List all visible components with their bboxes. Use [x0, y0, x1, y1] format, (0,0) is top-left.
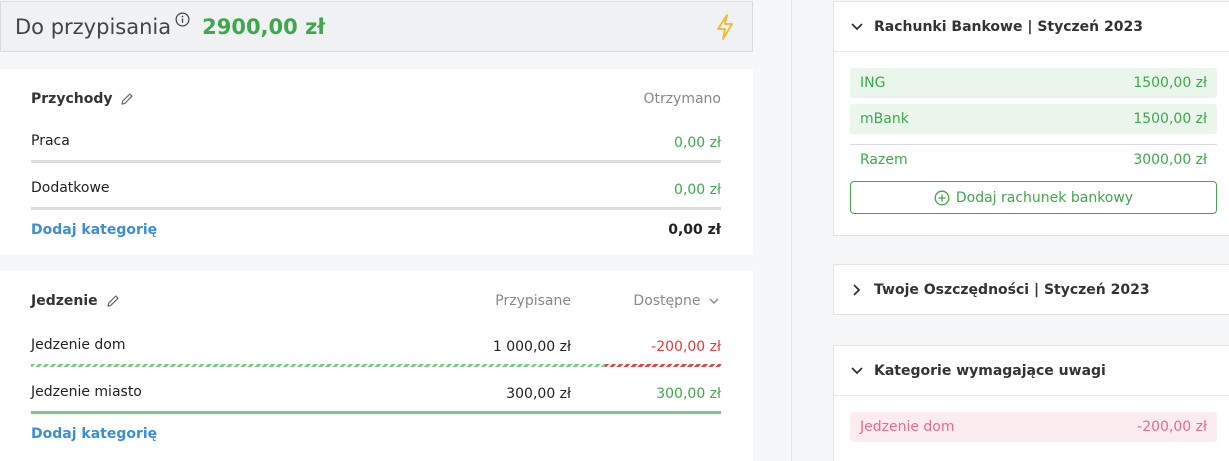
category-row[interactable]: Praca 0,00 zł — [31, 129, 721, 163]
category-received: 0,00 zł — [674, 182, 721, 198]
to-assign-bar: Do przypisania 2900,00 zł — [0, 1, 753, 52]
to-assign-label: Do przypisania — [15, 14, 172, 39]
lightning-icon[interactable] — [716, 14, 734, 44]
bank-accounts-header[interactable]: Rachunki Bankowe | Styczeń 2023 — [834, 2, 1229, 52]
attention-header[interactable]: Kategorie wymagające uwagi — [834, 346, 1229, 396]
chevron-down-icon — [709, 298, 719, 304]
progress-bar — [31, 364, 721, 367]
bank-accounts-title: Rachunki Bankowe | Styczeń 2023 — [874, 18, 1143, 35]
overspent-bar — [605, 364, 721, 367]
add-category-link[interactable]: Dodaj kategorię — [31, 426, 157, 442]
column-available[interactable]: Dostępne — [633, 293, 719, 309]
sum-label: Razem — [860, 152, 908, 168]
column-divider — [791, 0, 792, 461]
category-available: 300,00 zł — [656, 386, 721, 402]
category-assigned: 300,00 zł — [506, 386, 571, 402]
accounts-sum-row: Razem 3000,00 zł — [850, 144, 1217, 174]
bank-account-row[interactable]: mBank 1500,00 zł — [850, 104, 1217, 134]
add-bank-account-label: Dodaj rachunek bankowy — [955, 189, 1134, 206]
category-row[interactable]: Jedzenie miasto 300,00 zł 300,00 zł — [31, 380, 721, 414]
info-icon[interactable] — [175, 12, 190, 31]
account-name: ING — [860, 75, 886, 91]
progress-bar — [31, 207, 721, 210]
column-received: Otrzymano — [643, 91, 721, 107]
progress-bar — [31, 411, 721, 414]
progress-bar — [31, 160, 721, 163]
add-category-link[interactable]: Dodaj kategorię — [31, 222, 157, 238]
pencil-icon[interactable] — [106, 294, 120, 308]
savings-panel: Twoje Oszczędności | Styczeń 2023 — [833, 264, 1229, 315]
category-name: Jedzenie miasto — [31, 384, 142, 400]
account-value: 1500,00 zł — [1133, 75, 1207, 91]
plus-circle-icon — [934, 190, 950, 205]
sum-value: 3000,00 zł — [1133, 152, 1207, 168]
chevron-right-icon — [853, 284, 861, 296]
category-received: 0,00 zł — [674, 135, 721, 151]
bank-account-row[interactable]: ING 1500,00 zł — [850, 68, 1217, 98]
attention-panel: Kategorie wymagające uwagi Jedzenie dom … — [833, 345, 1229, 461]
attention-title: Kategorie wymagające uwagi — [874, 362, 1106, 379]
attention-item[interactable]: Jedzenie dom -200,00 zł — [850, 412, 1217, 442]
income-header: Przychody — [31, 69, 721, 129]
savings-header[interactable]: Twoje Oszczędności | Styczeń 2023 — [834, 265, 1229, 315]
chevron-down-icon — [851, 22, 863, 30]
category-name: Praca — [31, 133, 70, 149]
category-name: Dodatkowe — [31, 180, 110, 196]
attention-item-name: Jedzenie dom — [860, 419, 955, 435]
income-card: Przychody Otrzymano Praca 0,00 zł Dodatk… — [0, 69, 753, 255]
food-header: Jedzenie — [31, 271, 721, 331]
category-name: Jedzenie dom — [31, 337, 126, 353]
chevron-down-icon — [851, 366, 863, 374]
account-value: 1500,00 zł — [1133, 111, 1207, 127]
column-available-label: Dostępne — [633, 293, 701, 309]
income-total: 0,00 zł — [668, 222, 721, 238]
column-assigned: Przypisane — [495, 293, 571, 309]
savings-title: Twoje Oszczędności | Styczeń 2023 — [874, 282, 1150, 298]
attention-item-value: -200,00 zł — [1137, 419, 1207, 435]
add-bank-account-button[interactable]: Dodaj rachunek bankowy — [850, 181, 1217, 214]
category-row[interactable]: Jedzenie dom 1 000,00 zł -200,00 zł — [31, 333, 721, 367]
to-assign-amount: 2900,00 zł — [202, 14, 326, 39]
bank-accounts-panel: Rachunki Bankowe | Styczeń 2023 ING 1500… — [833, 1, 1229, 236]
category-row[interactable]: Dodatkowe 0,00 zł — [31, 176, 721, 210]
food-card: Jedzenie Przypisane Dostępne Jedzenie do… — [0, 271, 753, 461]
account-name: mBank — [860, 111, 909, 127]
income-title: Przychody — [31, 91, 113, 107]
category-assigned: 1 000,00 zł — [492, 339, 571, 355]
category-available: -200,00 zł — [651, 339, 721, 355]
food-title: Jedzenie — [31, 293, 98, 309]
pencil-icon[interactable] — [120, 92, 134, 106]
